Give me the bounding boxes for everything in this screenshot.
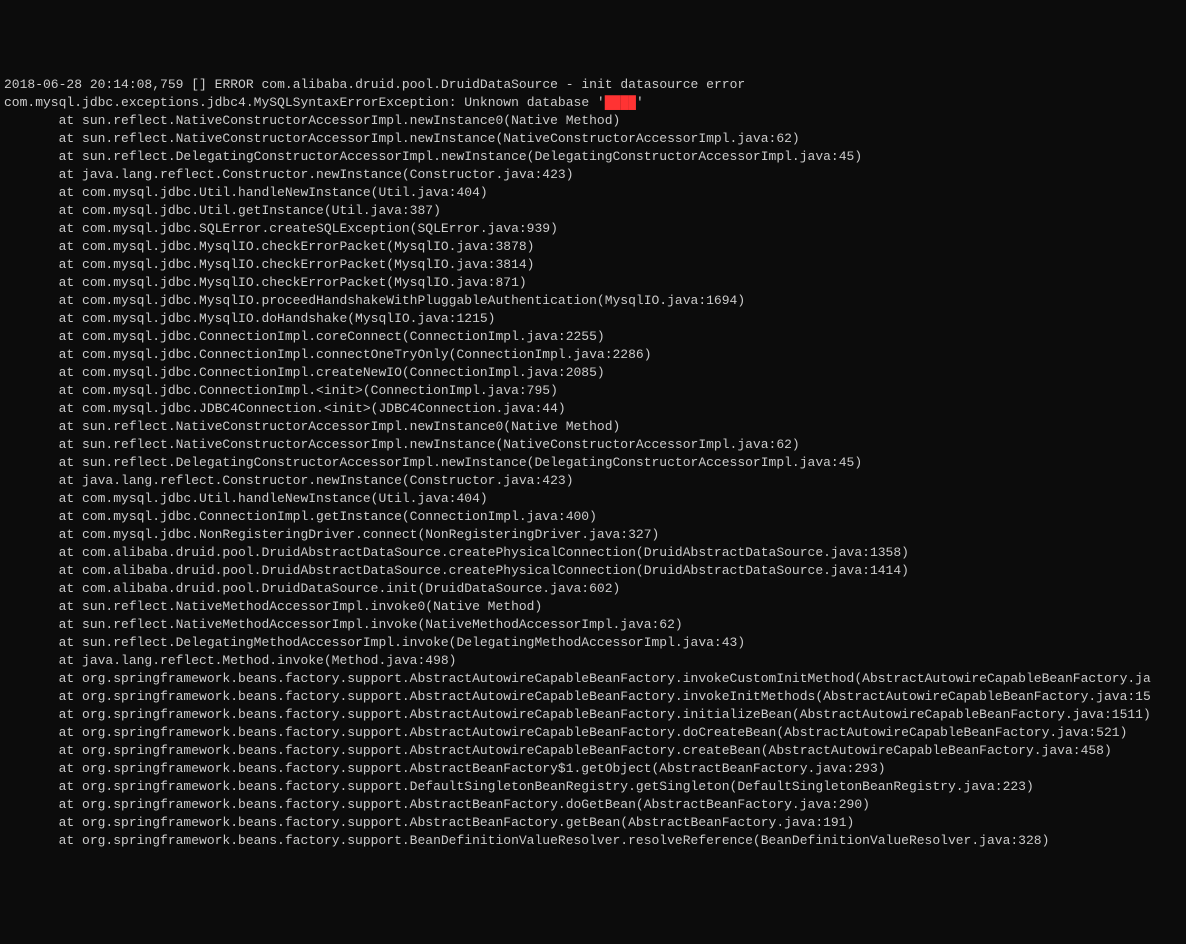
stack-frame: at com.mysql.jdbc.MysqlIO.checkErrorPack… xyxy=(4,256,1182,274)
stack-frame: at org.springframework.beans.factory.sup… xyxy=(4,724,1182,742)
stack-frame: at com.alibaba.druid.pool.DruidAbstractD… xyxy=(4,544,1182,562)
stack-frame: at sun.reflect.DelegatingMethodAccessorI… xyxy=(4,634,1182,652)
stack-frame: at com.mysql.jdbc.JDBC4Connection.<init>… xyxy=(4,400,1182,418)
stack-frame: at java.lang.reflect.Constructor.newInst… xyxy=(4,166,1182,184)
stack-frame: at sun.reflect.NativeConstructorAccessor… xyxy=(4,418,1182,436)
stack-frame: at com.mysql.jdbc.Util.handleNewInstance… xyxy=(4,490,1182,508)
exception-class: com.mysql.jdbc.exceptions.jdbc4.MySQLSyn… xyxy=(4,95,449,110)
stack-frame: at java.lang.reflect.Method.invoke(Metho… xyxy=(4,652,1182,670)
stack-frame: at sun.reflect.DelegatingConstructorAcce… xyxy=(4,148,1182,166)
stack-frame: at com.mysql.jdbc.ConnectionImpl.<init>(… xyxy=(4,382,1182,400)
stack-frame: at sun.reflect.NativeMethodAccessorImpl.… xyxy=(4,616,1182,634)
log-message: init datasource error xyxy=(581,77,745,92)
stack-frame: at org.springframework.beans.factory.sup… xyxy=(4,670,1182,688)
exception-line: com.mysql.jdbc.exceptions.jdbc4.MySQLSyn… xyxy=(4,94,1182,112)
stack-frame: at com.mysql.jdbc.ConnectionImpl.getInst… xyxy=(4,508,1182,526)
stack-frame: at com.mysql.jdbc.Util.getInstance(Util.… xyxy=(4,202,1182,220)
log-level: ERROR xyxy=(215,77,254,92)
stack-frame: at org.springframework.beans.factory.sup… xyxy=(4,778,1182,796)
stack-frame: at com.mysql.jdbc.MysqlIO.checkErrorPack… xyxy=(4,274,1182,292)
stack-frame: at com.mysql.jdbc.ConnectionImpl.coreCon… xyxy=(4,328,1182,346)
log-header-line: 2018-06-28 20:14:08,759 [] ERROR com.ali… xyxy=(4,76,1182,94)
exception-msg-suffix: ' xyxy=(636,95,644,110)
stack-frame: at org.springframework.beans.factory.sup… xyxy=(4,760,1182,778)
stack-frame: at com.mysql.jdbc.ConnectionImpl.connect… xyxy=(4,346,1182,364)
stack-frame: at com.mysql.jdbc.NonRegisteringDriver.c… xyxy=(4,526,1182,544)
stack-frame: at com.mysql.jdbc.MysqlIO.doHandshake(My… xyxy=(4,310,1182,328)
stack-frame: at java.lang.reflect.Constructor.newInst… xyxy=(4,472,1182,490)
stack-frame: at com.mysql.jdbc.Util.handleNewInstance… xyxy=(4,184,1182,202)
stack-frame: at com.mysql.jdbc.MysqlIO.checkErrorPack… xyxy=(4,238,1182,256)
stack-frame: at sun.reflect.NativeMethodAccessorImpl.… xyxy=(4,598,1182,616)
timestamp: 2018-06-28 20:14:08,759 xyxy=(4,77,183,92)
stack-frame: at org.springframework.beans.factory.sup… xyxy=(4,796,1182,814)
logger-name: com.alibaba.druid.pool.DruidDataSource xyxy=(261,77,557,92)
redacted-database-name: ████ xyxy=(605,95,636,110)
stack-frame: at sun.reflect.NativeConstructorAccessor… xyxy=(4,436,1182,454)
stack-frame: at com.alibaba.druid.pool.DruidDataSourc… xyxy=(4,580,1182,598)
stack-frame: at org.springframework.beans.factory.sup… xyxy=(4,688,1182,706)
stack-trace: at sun.reflect.NativeConstructorAccessor… xyxy=(4,112,1182,850)
stack-frame: at org.springframework.beans.factory.sup… xyxy=(4,814,1182,832)
stack-frame: at org.springframework.beans.factory.sup… xyxy=(4,832,1182,850)
stack-frame: at sun.reflect.NativeConstructorAccessor… xyxy=(4,130,1182,148)
stack-frame: at sun.reflect.NativeConstructorAccessor… xyxy=(4,112,1182,130)
stack-frame: at com.alibaba.druid.pool.DruidAbstractD… xyxy=(4,562,1182,580)
console-output[interactable]: 2018-06-28 20:14:08,759 [] ERROR com.ali… xyxy=(4,76,1182,850)
stack-frame: at org.springframework.beans.factory.sup… xyxy=(4,742,1182,760)
stack-frame: at com.mysql.jdbc.MysqlIO.proceedHandsha… xyxy=(4,292,1182,310)
stack-frame: at com.mysql.jdbc.SQLError.createSQLExce… xyxy=(4,220,1182,238)
stack-frame: at com.mysql.jdbc.ConnectionImpl.createN… xyxy=(4,364,1182,382)
exception-msg-prefix: Unknown database ' xyxy=(464,95,604,110)
stack-frame: at sun.reflect.DelegatingConstructorAcce… xyxy=(4,454,1182,472)
stack-frame: at org.springframework.beans.factory.sup… xyxy=(4,706,1182,724)
